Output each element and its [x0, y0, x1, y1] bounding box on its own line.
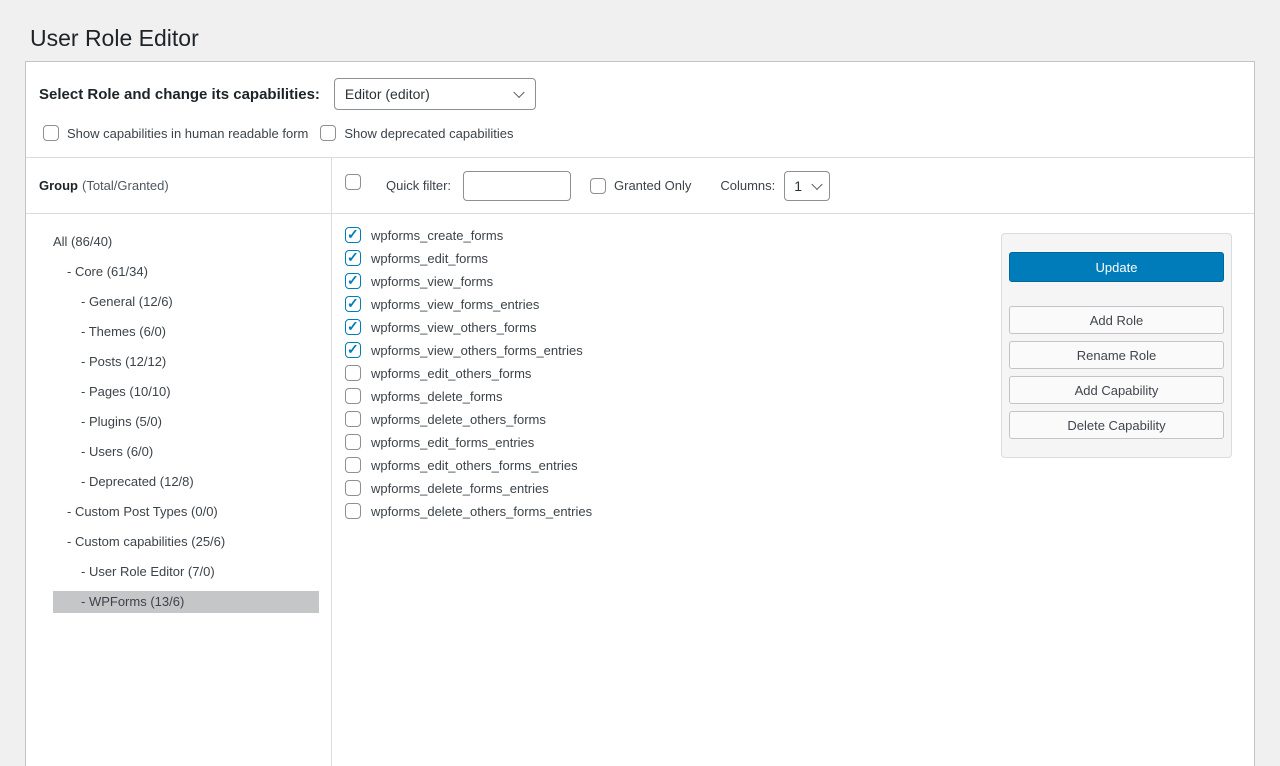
user-role-editor-panel: Select Role and change its capabilities:… — [25, 61, 1255, 766]
group-header-title: Group — [39, 178, 78, 193]
capability-checkbox[interactable] — [345, 434, 361, 450]
add-role-button[interactable]: Add Role — [1009, 306, 1224, 334]
tree-item[interactable]: - Pages (10/10) — [53, 381, 319, 403]
tree-item[interactable]: - Plugins (5/0) — [53, 411, 319, 433]
tree-item[interactable]: - Users (6/0) — [53, 441, 319, 463]
capability-label: wpforms_edit_forms_entries — [371, 435, 534, 450]
page-title: User Role Editor — [0, 0, 1280, 53]
secondary-buttons: Add Role Rename Role Add Capability Delete … — [1009, 306, 1224, 439]
capability-checkbox[interactable] — [345, 457, 361, 473]
capability-row[interactable]: wpforms_view_forms_entries — [345, 296, 1001, 312]
granted-only-checkbox[interactable] — [590, 178, 606, 194]
group-tree: All (86/40) - Core (61/34) - General (12/6… — [26, 214, 331, 621]
tree-item[interactable]: - Custom Post Types (0/0) — [53, 501, 319, 523]
capability-row[interactable]: wpforms_delete_others_forms_entries — [345, 503, 1001, 519]
capability-checkbox[interactable] — [345, 388, 361, 404]
capability-label: wpforms_delete_others_forms — [371, 412, 546, 427]
capability-label: wpforms_edit_others_forms — [371, 366, 531, 381]
capability-row[interactable]: wpforms_edit_forms — [345, 250, 1001, 266]
lower-section: Group (Total/Granted) All (86/40) - Core … — [26, 158, 1254, 766]
capability-checkbox[interactable] — [345, 227, 361, 243]
capabilities-list: wpforms_create_forms wpforms_edit_formswp… — [332, 227, 1001, 766]
select-all-checkbox[interactable] — [345, 174, 361, 190]
capabilities-column: Quick filter: Granted Only Columns: 1 wp… — [332, 158, 1254, 766]
tree-item[interactable]: - WPForms (13/6) — [53, 591, 319, 613]
capability-row[interactable]: wpforms_edit_forms_entries — [345, 434, 1001, 450]
filter-bar: Quick filter: Granted Only Columns: 1 — [332, 158, 1254, 214]
tree-item[interactable]: - Deprecated (12/8) — [53, 471, 319, 493]
columns-label: Columns: — [720, 178, 775, 193]
role-select-wrap: Editor (editor) — [334, 78, 536, 110]
capability-label: wpforms_delete_forms — [371, 389, 503, 404]
capability-row[interactable]: wpforms_delete_others_forms — [345, 411, 1001, 427]
tree-item[interactable]: - Core (61/34) — [53, 261, 319, 283]
capability-row[interactable]: wpforms_delete_forms — [345, 388, 1001, 404]
tree-item[interactable]: - Posts (12/12) — [53, 351, 319, 373]
capability-row[interactable]: wpforms_view_others_forms_entries — [345, 342, 1001, 358]
group-header-suffix: (Total/Granted) — [82, 178, 169, 193]
granted-only-toggle[interactable]: Granted Only — [590, 178, 691, 194]
capability-checkbox[interactable] — [345, 273, 361, 289]
role-select-label: Select Role and change its capabilities: — [39, 86, 320, 103]
add-capability-button[interactable]: Add Capability — [1009, 376, 1224, 404]
deprecated-label: Show deprecated capabilities — [344, 126, 513, 141]
tree-item[interactable]: - User Role Editor (7/0) — [53, 561, 319, 583]
tree-item[interactable]: All (86/40) — [53, 231, 319, 253]
capability-label: wpforms_view_others_forms — [371, 320, 536, 335]
group-header: Group (Total/Granted) — [26, 158, 331, 214]
capability-checkbox[interactable] — [345, 342, 361, 358]
group-column: Group (Total/Granted) All (86/40) - Core … — [26, 158, 332, 766]
update-button[interactable]: Update — [1009, 252, 1224, 282]
deprecated-toggle[interactable]: Show deprecated capabilities — [320, 125, 513, 141]
capability-label: wpforms_edit_forms — [371, 251, 488, 266]
deprecated-checkbox[interactable] — [320, 125, 336, 141]
capabilities-body: wpforms_create_forms wpforms_edit_formswp… — [332, 214, 1254, 766]
human-readable-checkbox[interactable] — [43, 125, 59, 141]
columns-select-wrap: 1 — [784, 171, 830, 201]
quick-filter-input[interactable] — [463, 171, 571, 201]
capability-row[interactable]: wpforms_edit_others_forms_entries — [345, 457, 1001, 473]
capability-label: wpforms_delete_forms_entries — [371, 481, 549, 496]
delete-capability-button[interactable]: Delete Capability — [1009, 411, 1224, 439]
columns-select[interactable]: 1 — [784, 171, 830, 201]
capability-checkbox[interactable] — [345, 411, 361, 427]
capability-checkbox[interactable] — [345, 480, 361, 496]
display-options-row: Show capabilities in human readable form… — [26, 110, 1254, 157]
granted-only-label: Granted Only — [614, 178, 691, 193]
tree-item[interactable]: - General (12/6) — [53, 291, 319, 313]
capability-row[interactable]: wpforms_view_others_forms — [345, 319, 1001, 335]
capability-row[interactable]: wpforms_view_forms — [345, 273, 1001, 289]
role-select-row: Select Role and change its capabilities:… — [26, 62, 1254, 110]
capability-checkbox[interactable] — [345, 503, 361, 519]
capability-checkbox[interactable] — [345, 296, 361, 312]
capability-label: wpforms_view_others_forms_entries — [371, 343, 583, 358]
capability-label: wpforms_create_forms — [371, 228, 503, 243]
capability-checkbox[interactable] — [345, 250, 361, 266]
quick-filter-label: Quick filter: — [386, 178, 451, 193]
capability-row[interactable]: wpforms_create_forms — [345, 227, 1001, 243]
capability-label: wpforms_view_forms — [371, 274, 493, 289]
tree-item[interactable]: - Themes (6/0) — [53, 321, 319, 343]
capability-label: wpforms_view_forms_entries — [371, 297, 539, 312]
human-readable-label: Show capabilities in human readable form — [67, 126, 308, 141]
actions-panel: Update Add Role Rename Role Add Capability… — [1001, 233, 1232, 458]
role-select[interactable]: Editor (editor) — [334, 78, 536, 110]
human-readable-toggle[interactable]: Show capabilities in human readable form — [43, 125, 308, 141]
capability-checkbox[interactable] — [345, 319, 361, 335]
capability-label: wpforms_delete_others_forms_entries — [371, 504, 592, 519]
capability-row[interactable]: wpforms_edit_others_forms — [345, 365, 1001, 381]
rename-role-button[interactable]: Rename Role — [1009, 341, 1224, 369]
tree-item[interactable]: - Custom capabilities (25/6) — [53, 531, 319, 553]
capability-checkbox[interactable] — [345, 365, 361, 381]
capability-row[interactable]: wpforms_delete_forms_entries — [345, 480, 1001, 496]
capability-label: wpforms_edit_others_forms_entries — [371, 458, 578, 473]
